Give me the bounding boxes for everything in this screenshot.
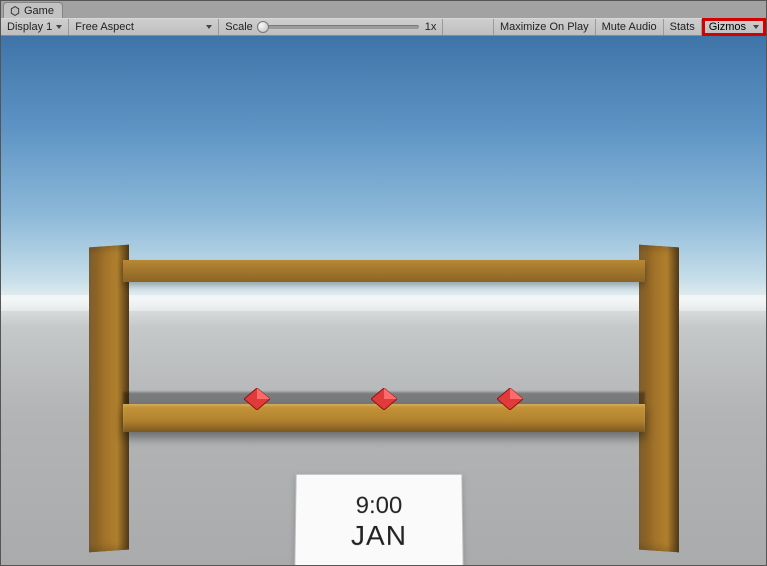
scale-label: Scale bbox=[225, 21, 253, 33]
game-viewport: 9:00 JAN bbox=[1, 36, 766, 565]
tab-label: Game bbox=[24, 5, 54, 17]
shelf-top-board bbox=[123, 260, 645, 282]
scale-value: 1x bbox=[425, 21, 437, 33]
aspect-dropdown[interactable]: Free Aspect bbox=[69, 19, 219, 35]
unity-icon bbox=[10, 6, 20, 16]
tab-game[interactable]: Game bbox=[3, 2, 63, 18]
mute-audio-toggle[interactable]: Mute Audio bbox=[596, 19, 664, 35]
gizmos-dropdown-highlight: Gizmos bbox=[702, 18, 766, 36]
scale-slider[interactable] bbox=[259, 25, 419, 29]
diamond-gizmo-icon bbox=[371, 388, 397, 410]
chevron-down-icon bbox=[206, 25, 212, 29]
tab-bar: Game bbox=[1, 1, 766, 18]
mute-label: Mute Audio bbox=[602, 21, 657, 33]
gizmos-dropdown[interactable]: Gizmos bbox=[709, 21, 759, 33]
stats-label: Stats bbox=[670, 21, 695, 33]
stats-toggle[interactable]: Stats bbox=[664, 19, 702, 35]
game-toolbar: Display 1 Free Aspect Scale 1x Maximize … bbox=[1, 18, 766, 36]
calendar-card: 9:00 JAN bbox=[294, 474, 463, 565]
display-label: Display 1 bbox=[7, 21, 52, 33]
card-month: JAN bbox=[351, 520, 407, 552]
shelf-side-right bbox=[639, 245, 679, 553]
display-dropdown[interactable]: Display 1 bbox=[1, 19, 69, 35]
scale-control: Scale 1x bbox=[219, 19, 443, 35]
diamond-gizmo-icon bbox=[244, 388, 270, 410]
maximize-label: Maximize On Play bbox=[500, 21, 589, 33]
maximize-on-play-toggle[interactable]: Maximize On Play bbox=[494, 19, 596, 35]
chevron-down-icon bbox=[753, 25, 759, 29]
card-time: 9:00 bbox=[356, 492, 403, 520]
chevron-down-icon bbox=[56, 25, 62, 29]
diamond-gizmo-icon bbox=[497, 388, 523, 410]
toolbar-spacer bbox=[443, 19, 494, 35]
slider-thumb[interactable] bbox=[257, 21, 269, 33]
aspect-label: Free Aspect bbox=[75, 21, 134, 33]
gizmos-label: Gizmos bbox=[709, 21, 746, 33]
